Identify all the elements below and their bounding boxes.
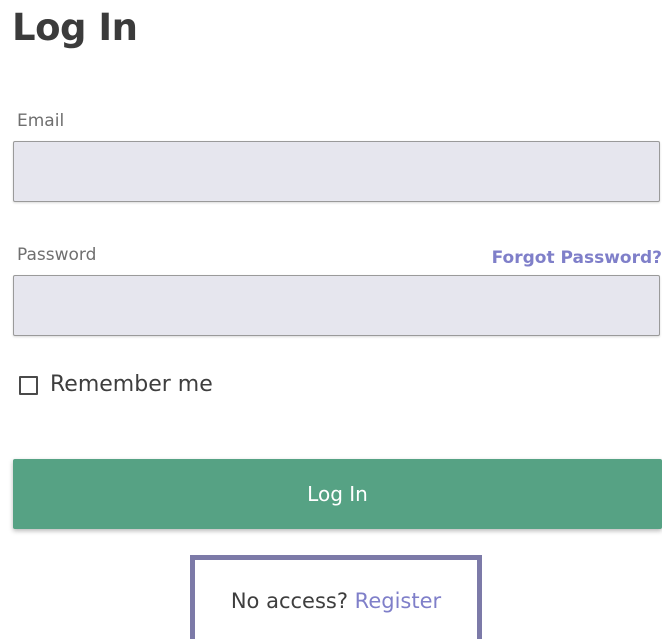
forgot-password-link[interactable]: Forgot Password? xyxy=(492,247,662,269)
page-title: Log In xyxy=(12,6,138,49)
remember-me-label: Remember me xyxy=(50,372,213,397)
no-access-text: No access? xyxy=(230,589,355,613)
email-label: Email xyxy=(17,111,65,131)
register-link[interactable]: Register xyxy=(355,587,441,615)
email-input[interactable] xyxy=(13,141,660,202)
password-input[interactable] xyxy=(13,275,660,336)
password-label: Password xyxy=(17,245,97,265)
login-button[interactable]: Log In xyxy=(13,459,662,529)
remember-me-row[interactable]: Remember me xyxy=(19,371,213,399)
remember-me-checkbox[interactable] xyxy=(19,375,38,395)
register-prompt-box: No access? Register xyxy=(190,555,482,639)
